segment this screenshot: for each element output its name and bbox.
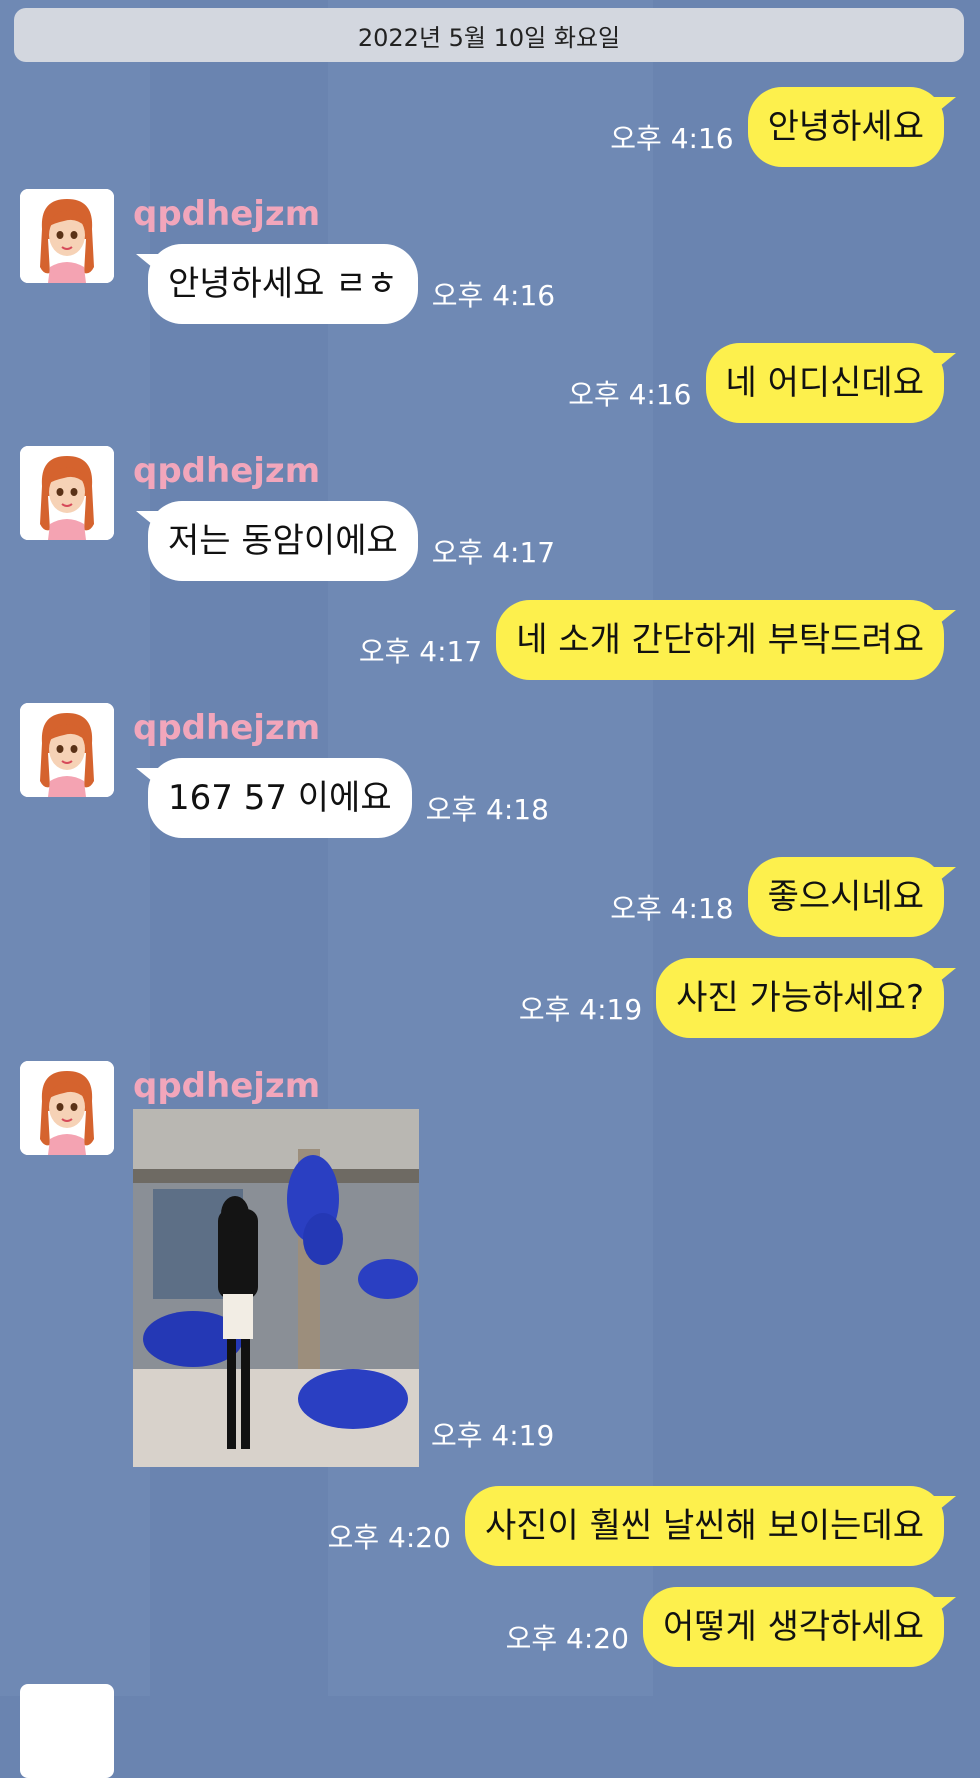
message-time: 오후 4:18: [425, 793, 549, 826]
sender-name: qpdhejzm: [133, 1066, 321, 1106]
date-divider: 2022년 5월 10일 화요일: [14, 8, 964, 62]
cartoon-girl-avatar-icon: [20, 189, 114, 283]
message-row-theirs: 저는 동암이에요 오후 4:17: [136, 501, 556, 581]
sender-name: qpdhejzm: [133, 451, 321, 491]
sender-name: qpdhejzm: [133, 708, 321, 748]
message-bubble-mine[interactable]: 네 소개 간단하게 부탁드려요: [496, 600, 956, 680]
message-bubble-mine[interactable]: 사진 가능하세요?: [656, 958, 956, 1038]
photo-message[interactable]: [133, 1109, 419, 1467]
message-row-mine: 오후 4:18 좋으시네요: [0, 857, 980, 937]
message-bubble-mine[interactable]: 안녕하세요: [747, 87, 957, 167]
message-bubble-mine[interactable]: 네 어디신데요: [705, 343, 956, 423]
sender-avatar[interactable]: [20, 1061, 114, 1155]
message-row-mine: 오후 4:19 사진 가능하세요?: [0, 958, 980, 1038]
message-time: 오후 4:19: [518, 993, 643, 1026]
message-row-mine: 오후 4:20 사진이 훨씬 날씬해 보이는데요: [0, 1486, 980, 1566]
message-time: 오후 4:17: [431, 536, 556, 569]
photo-image: [133, 1109, 419, 1467]
cartoon-girl-avatar-icon: [20, 1061, 114, 1155]
cartoon-girl-avatar-icon: [20, 446, 114, 540]
message-time: 오후 4:16: [568, 378, 692, 411]
message-row-theirs: 167 57 이에요 오후 4:18: [136, 758, 549, 838]
message-row-mine: 오후 4:20 어떻게 생각하세요: [0, 1587, 980, 1667]
message-time: 오후 4:19: [431, 1419, 555, 1452]
message-row-mine: 오후 4:16 안녕하세요: [0, 87, 980, 167]
message-time: 오후 4:16: [431, 279, 556, 312]
sender-avatar[interactable]: [20, 703, 114, 797]
message-time: 오후 4:16: [610, 122, 734, 155]
message-time: 오후 4:20: [505, 1622, 629, 1655]
sender-avatar[interactable]: [20, 446, 114, 540]
message-bubble-mine[interactable]: 어떻게 생각하세요: [642, 1587, 957, 1667]
message-row-mine: 오후 4:17 네 소개 간단하게 부탁드려요: [0, 600, 980, 680]
message-bubble-mine[interactable]: 좋으시네요: [747, 857, 957, 937]
message-bubble-theirs[interactable]: 안녕하세요 ㄹㅎ: [136, 244, 418, 324]
message-bubble-theirs[interactable]: 저는 동암이에요: [136, 501, 418, 581]
message-time: 오후 4:17: [358, 635, 483, 668]
message-bubble-theirs[interactable]: 167 57 이에요: [136, 758, 412, 838]
message-time: 오후 4:18: [610, 892, 734, 925]
message-row-theirs: 안녕하세요 ㄹㅎ 오후 4:16: [136, 244, 556, 324]
message-time: 오후 4:20: [327, 1521, 451, 1554]
sender-avatar[interactable]: [20, 189, 114, 283]
sender-avatar[interactable]: [20, 1684, 114, 1778]
message-bubble-mine[interactable]: 사진이 훨씬 날씬해 보이는데요: [464, 1486, 957, 1566]
cartoon-girl-avatar-icon: [20, 703, 114, 797]
sender-name: qpdhejzm: [133, 194, 321, 234]
message-row-mine: 오후 4:16 네 어디신데요: [0, 343, 980, 423]
